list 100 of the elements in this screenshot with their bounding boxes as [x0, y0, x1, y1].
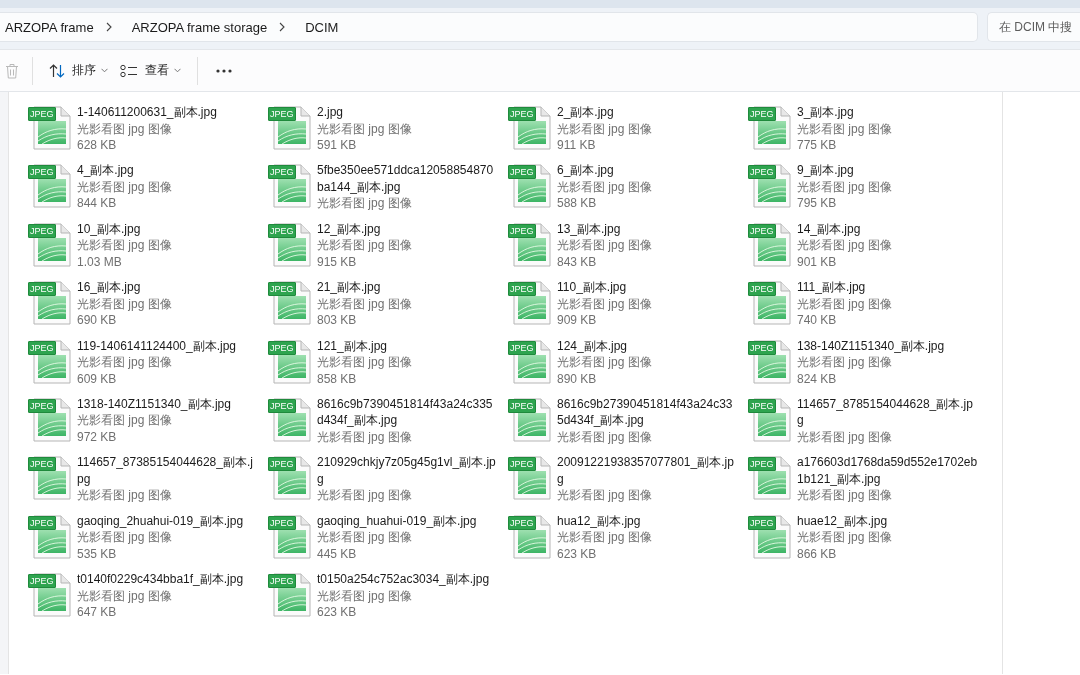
file-type-badge: JPEG [28, 165, 56, 180]
file-type: 光影看图 jpg 图像 [797, 354, 893, 371]
file-size: 795 KB [797, 195, 838, 212]
file-type: 光影看图 jpg 图像 [557, 529, 653, 546]
file-type-badge: JPEG [748, 107, 776, 121]
file-type: 光影看图 jpg 图像 [77, 120, 173, 137]
file-size: 535 KB [77, 545, 118, 563]
file-size: 803 KB [317, 312, 358, 329]
file-name: gaoqing_2huahui-019_副本.jpg [77, 512, 245, 530]
file-type: 光影看图 jpg 图像 [557, 295, 653, 313]
file-type: 光影看图 jpg 图像 [77, 487, 173, 504]
breadcrumb-item[interactable]: ARZOPA frame storage [131, 19, 268, 35]
file-type: 光影看图 jpg 图像 [797, 120, 893, 137]
file-size: 843 KB [557, 253, 598, 271]
chevron-right-icon [105, 22, 112, 32]
file-size: 609 KB [77, 370, 118, 388]
file-name: t0140f0229c434bba1f_副本.jpg [77, 571, 245, 588]
file-type-badge: JPEG [508, 165, 536, 180]
file-name: 20091221938357077801_副本.jpg [557, 454, 735, 488]
file-size: 1.03 MB [77, 253, 123, 271]
file-type: 光影看图 jpg 图像 [797, 237, 893, 254]
file-type: 光影看图 jpg 图像 [77, 529, 173, 546]
file-size: 588 KB [557, 195, 598, 212]
file-type: 光影看图 jpg 图像 [557, 428, 653, 446]
file-type-badge: JPEG [748, 457, 776, 472]
search-field[interactable]: 在 DCIM 中搜 [987, 12, 1080, 42]
file-name: 16_副本.jpg [77, 279, 142, 296]
trash-icon [5, 62, 19, 79]
file-type: 光影看图 jpg 图像 [77, 587, 173, 605]
file-type: 光影看图 jpg 图像 [317, 587, 413, 605]
file-name: 14_副本.jpg [797, 220, 862, 238]
file-size: 858 KB [317, 370, 358, 388]
file-name: 8616c9b7390451814f43a24c335d434f_副本.jpg [317, 395, 494, 429]
file-size: 972 KB [77, 428, 118, 446]
file-type: 光影看图 jpg 图像 [77, 237, 173, 254]
file-name: 13_副本.jpg [557, 220, 622, 238]
caret-icon [101, 68, 108, 73]
file-type: 光影看图 jpg 图像 [77, 295, 173, 313]
sort-button[interactable]: 排序 [43, 55, 114, 86]
file-name: 138-140Z1151340_副本.jpg [797, 337, 946, 355]
file-name: t0150a254c752ac3034_副本.jpg [317, 571, 491, 588]
address-bar[interactable]: ARZOPA frame ARZOPA frame storage DCIM [0, 12, 978, 42]
file-type-badge: JPEG [748, 165, 776, 180]
file-size: 915 KB [317, 253, 358, 271]
file-name: 2.jpg [317, 104, 345, 121]
file-name: 2_副本.jpg [557, 104, 615, 121]
file-name: 5fbe350ee571ddca12058854870ba144_副本.jpg [317, 162, 495, 196]
file-type-badge: JPEG [268, 165, 296, 180]
file-type: 光影看图 jpg 图像 [797, 487, 893, 504]
breadcrumb-item[interactable]: DCIM [305, 19, 339, 35]
file-name: 1-140611200631_副本.jpg [77, 104, 218, 121]
file-name: 1318-140Z1151340_副本.jpg [77, 395, 232, 413]
file-type-badge: JPEG [268, 457, 296, 472]
file-type-badge: JPEG [28, 574, 56, 589]
file-name: 111_副本.jpg [797, 279, 867, 296]
file-size: 445 KB [317, 545, 358, 563]
file-type: 光影看图 jpg 图像 [557, 354, 653, 371]
file-type: 光影看图 jpg 图像 [317, 529, 413, 546]
file-type: 光影看图 jpg 图像 [317, 295, 413, 313]
file-type: 光影看图 jpg 图像 [77, 354, 173, 371]
breadcrumb-item[interactable]: ARZOPA frame [5, 19, 94, 35]
file-size: 890 KB [557, 370, 598, 388]
file-type: 光影看图 jpg 图像 [797, 428, 893, 446]
file-size: 647 KB [77, 604, 118, 621]
view-button[interactable]: 查看 [114, 55, 187, 86]
file-size: 628 KB [77, 137, 118, 154]
more-icon [216, 68, 232, 73]
file-type-badge: JPEG [508, 282, 536, 297]
file-type-badge: JPEG [28, 457, 56, 472]
file-name: 124_副本.jpg [557, 337, 629, 355]
file-name: 9_副本.jpg [797, 162, 855, 179]
file-type-badge: JPEG [508, 457, 536, 472]
sort-arrows-icon [49, 63, 65, 78]
file-name: 6_副本.jpg [557, 162, 615, 179]
file-size: 623 KB [557, 545, 598, 563]
file-size: 740 KB [797, 312, 838, 329]
file-name: 8616c9b27390451814f43a24c335d434f_副本.jpg [557, 395, 734, 429]
file-type: 光影看图 jpg 图像 [77, 178, 173, 196]
file-type: 光影看图 jpg 图像 [557, 237, 653, 254]
file-size: 911 KB [557, 137, 597, 154]
file-size: 623 KB [317, 604, 358, 621]
file-name: 114657_87385154044628_副本.jpg [77, 454, 254, 488]
file-name: a176603d1768da59d552e1702eb1b121_副本.jpg [797, 454, 979, 488]
file-type: 光影看图 jpg 图像 [557, 487, 653, 504]
file-name: huae12_副本.jpg [797, 512, 889, 530]
chevron-right-icon [279, 22, 286, 32]
file-type: 光影看图 jpg 图像 [317, 195, 413, 212]
list-icon [120, 63, 138, 78]
file-size: 866 KB [797, 545, 838, 563]
file-size: 909 KB [557, 312, 598, 329]
file-name: 210929chkjy7z05g45g1vl_副本.jpg [317, 454, 497, 488]
file-type-badge: JPEG [268, 574, 296, 589]
file-name: hua12_副本.jpg [557, 512, 642, 530]
file-name: 21_副本.jpg [317, 279, 382, 296]
file-type: 光影看图 jpg 图像 [317, 237, 413, 254]
file-size: 844 KB [77, 195, 118, 212]
file-type: 光影看图 jpg 图像 [557, 178, 653, 196]
file-type: 光影看图 jpg 图像 [797, 529, 893, 546]
file-type-badge: JPEG [508, 107, 536, 121]
file-type: 光影看图 jpg 图像 [317, 487, 413, 504]
